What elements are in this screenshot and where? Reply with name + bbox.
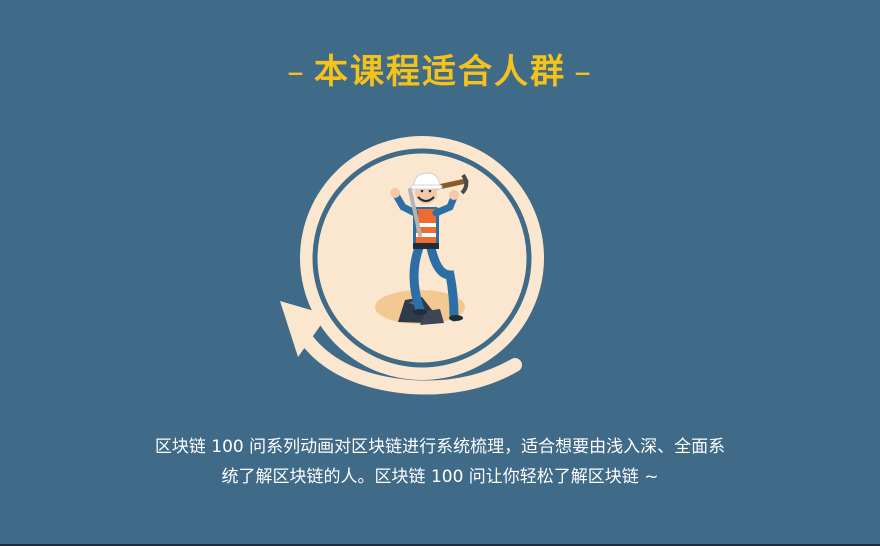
- description-line-1: 区块链 100 问系列动画对区块链进行系统梳理，适合想要由浅入深、全面系: [154, 437, 726, 457]
- title-dash-right: –: [574, 52, 593, 92]
- title-dash-left: –: [287, 52, 306, 92]
- description-line-2: 统了解区块链的人。区块链 100 问让你轻松了解区块链 ~: [221, 467, 659, 487]
- worker-illustration: [280, 136, 544, 395]
- outer-circle: [300, 136, 544, 380]
- title-text: 本课程适合人群: [314, 52, 566, 92]
- course-description: 区块链 100 问系列动画对区块链进行系统梳理，适合想要由浅入深、全面系 统了解…: [100, 432, 780, 492]
- page-title: – 本课程适合人群 –: [0, 48, 880, 96]
